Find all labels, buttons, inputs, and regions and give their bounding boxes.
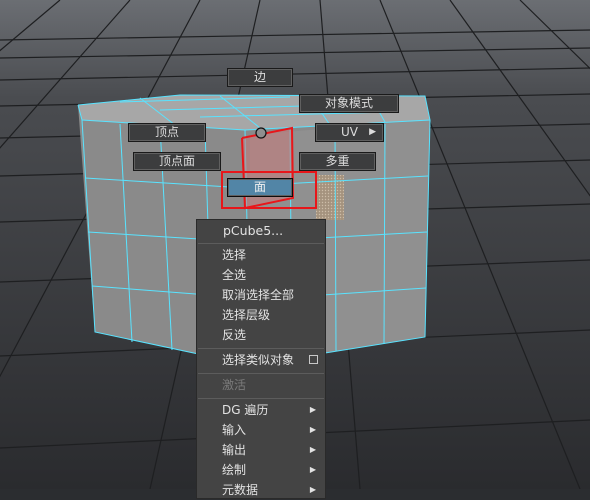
vertex-label: 顶点 xyxy=(154,125,179,139)
context-menu: pCube5... 选择 全选 取消选择全部 选择层级 反选 选择类似对象 激活… xyxy=(196,219,326,499)
vertex-face-label: 顶点面 xyxy=(158,154,195,168)
menu-item-label: 选择类似对象 xyxy=(222,353,295,367)
menu-item-label: 选择层级 xyxy=(222,308,271,322)
multi-label: 多重 xyxy=(325,154,350,168)
menu-item-label: 反选 xyxy=(222,328,247,342)
menu-item-activate: 激活 xyxy=(197,375,325,395)
menu-item-invert-selection[interactable]: 反选 xyxy=(197,325,325,345)
triangle-right-icon: ▶ xyxy=(309,425,316,434)
menu-item-label: 选择 xyxy=(222,248,247,262)
triangle-right-icon: ▶ xyxy=(309,485,316,494)
menu-item-label: 取消选择全部 xyxy=(222,288,295,302)
menu-item-inputs[interactable]: 输入 ▶ xyxy=(197,420,325,440)
triangle-right-icon: ▶ xyxy=(369,127,376,137)
edge-button[interactable]: 边 xyxy=(227,68,293,87)
triangle-right-icon: ▶ xyxy=(309,465,316,474)
menu-item-paint[interactable]: 绘制 ▶ xyxy=(197,460,325,480)
face-label: 面 xyxy=(253,180,266,194)
edge-label: 边 xyxy=(253,70,266,84)
uv-button[interactable]: UV ▶ xyxy=(315,123,384,142)
vertex-button[interactable]: 顶点 xyxy=(128,123,206,142)
menu-item-outputs[interactable]: 输出 ▶ xyxy=(197,440,325,460)
object-mode-label: 对象模式 xyxy=(324,96,373,110)
triangle-right-icon: ▶ xyxy=(309,405,316,414)
menu-divider xyxy=(198,243,324,244)
menu-item-label: DG 遍历 xyxy=(222,403,269,417)
menu-item-select-hierarchy[interactable]: 选择层级 xyxy=(197,305,325,325)
menu-item-label: 激活 xyxy=(222,378,247,392)
menu-item-label: 绘制 xyxy=(222,463,247,477)
menu-divider xyxy=(198,373,324,374)
menu-item-label: 元数据 xyxy=(222,483,259,497)
menu-item-dg-traversal[interactable]: DG 遍历 ▶ xyxy=(197,400,325,420)
menu-divider xyxy=(198,398,324,399)
object-mode-button[interactable]: 对象模式 xyxy=(299,94,399,113)
checkbox-icon[interactable] xyxy=(309,355,318,364)
menu-item-select-similar[interactable]: 选择类似对象 xyxy=(197,350,325,370)
menu-item-label: 全选 xyxy=(222,268,247,282)
menu-item-metadata[interactable]: 元数据 ▶ xyxy=(197,480,325,500)
uv-label: UV xyxy=(341,125,358,139)
menu-title: pCube5... xyxy=(223,223,284,238)
menu-item-label: 输入 xyxy=(222,423,247,437)
menu-item-deselect-all[interactable]: 取消选择全部 xyxy=(197,285,325,305)
menu-divider xyxy=(198,348,324,349)
triangle-right-icon: ▶ xyxy=(309,445,316,454)
menu-item-select[interactable]: 选择 xyxy=(197,245,325,265)
multi-button[interactable]: 多重 xyxy=(299,152,376,171)
menu-item-select-all[interactable]: 全选 xyxy=(197,265,325,285)
menu-item-label: 输出 xyxy=(222,443,247,457)
face-button[interactable]: 面 xyxy=(227,178,293,197)
vertex-face-button[interactable]: 顶点面 xyxy=(133,152,221,171)
